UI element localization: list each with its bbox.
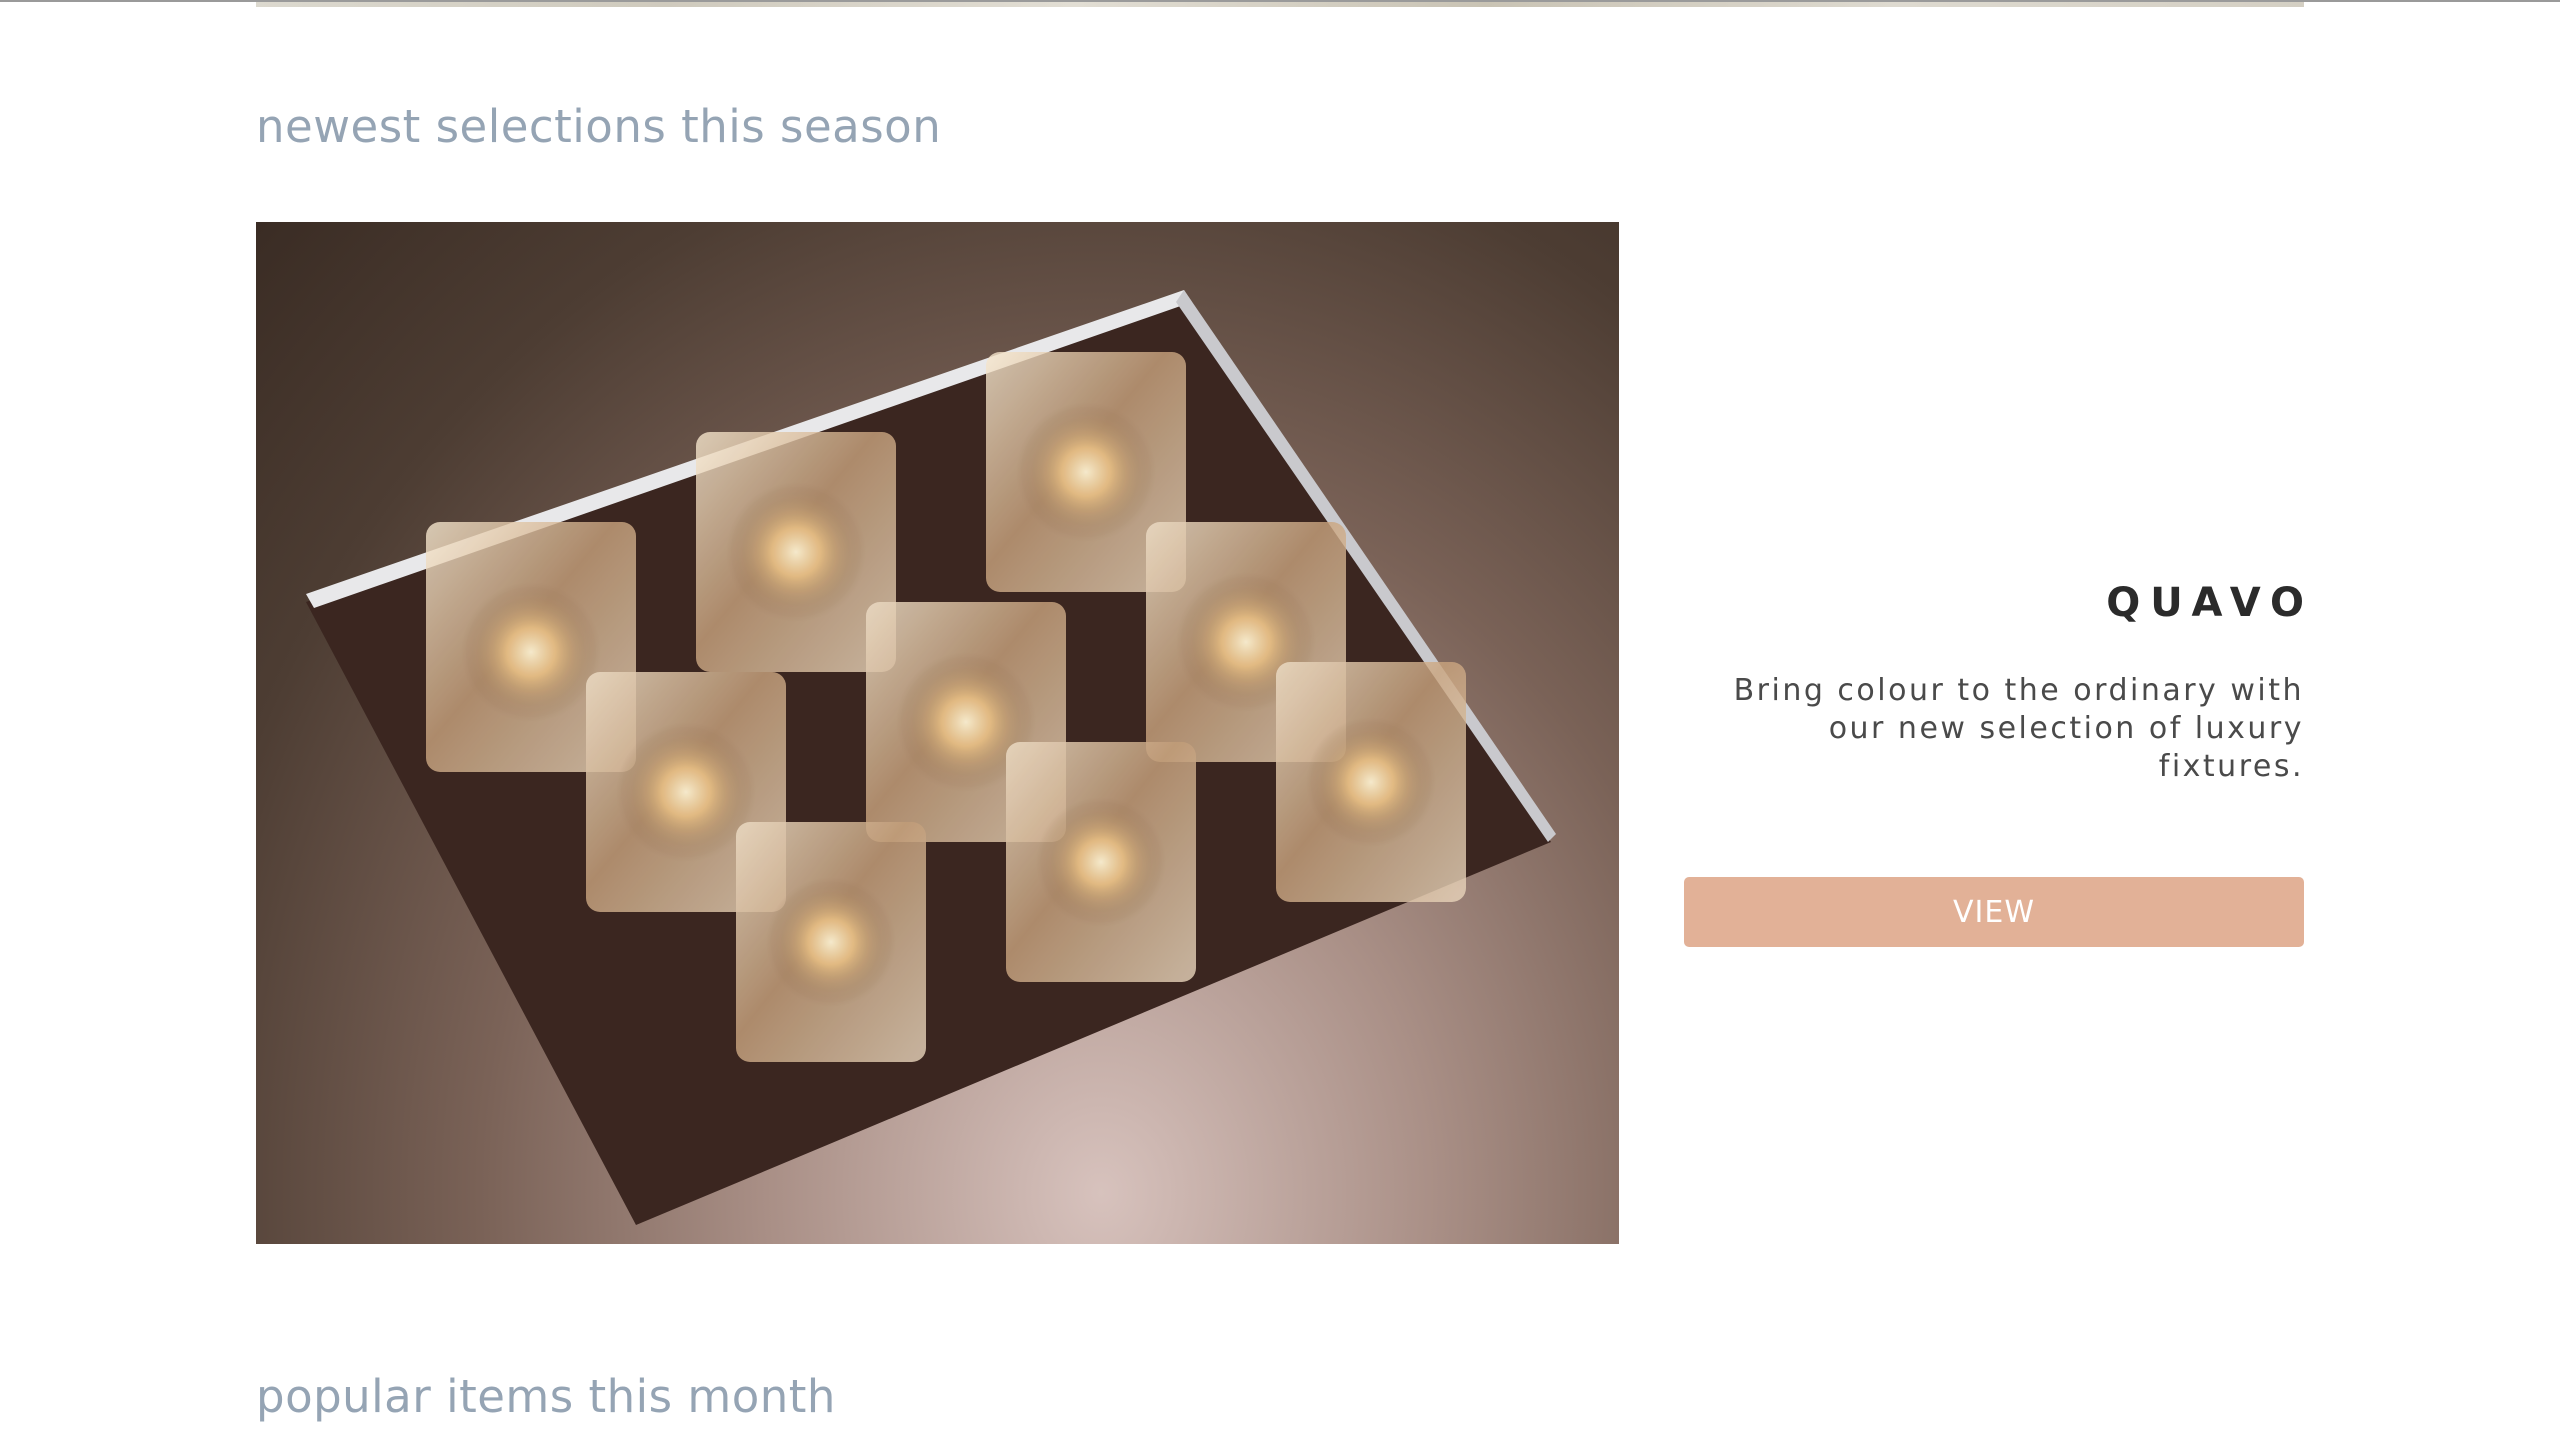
top-carousel-image-edge — [256, 2, 2304, 7]
top-carousel-edge — [0, 0, 2560, 7]
product-info-panel: QUAVO Bring colour to the ordinary with … — [1684, 580, 2304, 786]
product-name: QUAVO — [2106, 580, 2314, 626]
product-image[interactable] — [256, 222, 1619, 1244]
chandelier-illustration — [306, 290, 1556, 1225]
product-description: Bring colour to the ordinary with our ne… — [1733, 673, 2304, 784]
section-heading-newest: newest selections this season — [256, 100, 942, 153]
section-heading-popular: popular items this month — [256, 1370, 836, 1423]
view-button[interactable]: VIEW — [1684, 877, 2304, 947]
